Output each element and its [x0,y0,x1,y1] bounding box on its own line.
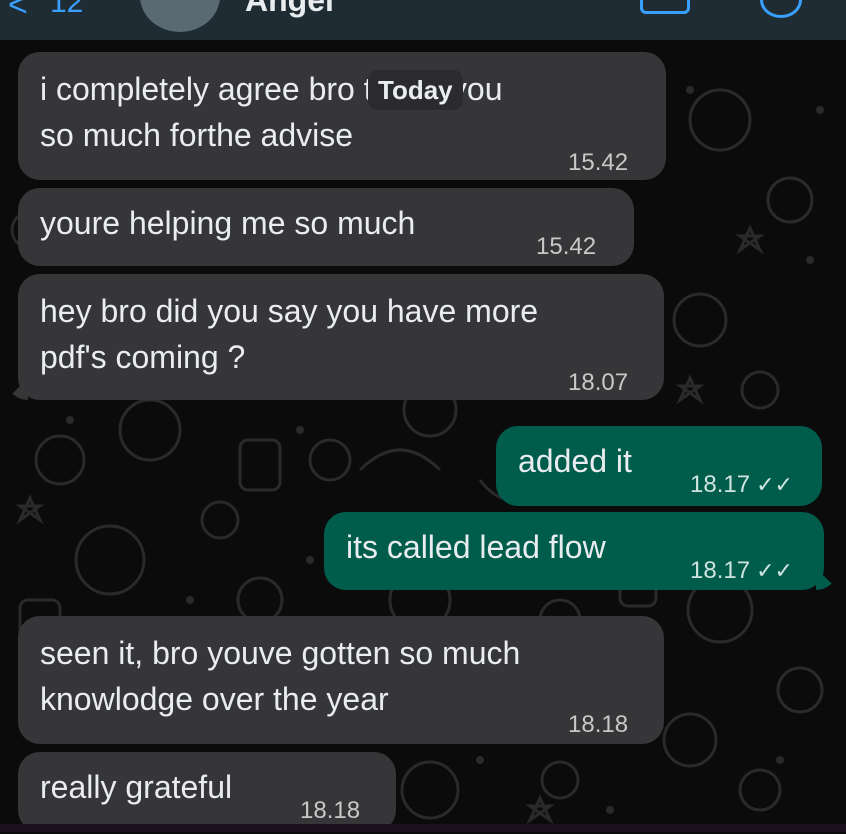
message-text: hey bro did you say you have more pdf's c… [40,293,539,375]
avatar[interactable] [140,0,220,32]
double-check-icon: ✓✓ [756,472,793,497]
message-time: 15.42 [568,149,629,176]
contact-name[interactable]: Angel [245,0,334,19]
date-chip: Today [368,70,463,110]
message-time: 18.18 [568,711,629,738]
message-text: seen it, bro youve gotten so much knowlod… [40,635,521,717]
message-text: added it [518,443,632,479]
message-text: really grateful [40,769,233,805]
unread-count[interactable]: 12 [50,0,83,20]
message-time: 18.07 [568,369,629,396]
message-bubble-incoming[interactable]: i completely agree bro thank you so much … [18,52,666,180]
message-bubble-outgoing[interactable]: its called lead flow 18.17 ✓✓ [324,512,824,590]
message-text: its called lead flow [346,529,606,565]
back-chevron-icon[interactable]: < [8,0,28,25]
message-time: 18.17 ✓✓ [690,462,793,508]
message-text: youre helping me so much [40,205,416,241]
chat-header: < 12 Angel [0,0,846,40]
double-check-icon: ✓✓ [756,558,793,583]
message-bubble-incoming[interactable]: hey bro did you say you have more pdf's c… [18,274,664,400]
video-call-icon[interactable] [640,0,690,14]
message-bubble-incoming[interactable]: youre helping me so much 15.42 [18,188,634,266]
voice-call-icon[interactable] [760,0,802,18]
message-time: 18.17 ✓✓ [690,548,793,594]
message-bubble-incoming[interactable]: really grateful 18.18 [18,752,396,832]
message-time: 15.42 [536,233,597,260]
message-bubble-outgoing[interactable]: added it 18.17 ✓✓ [496,426,822,506]
message-bubble-incoming[interactable]: seen it, bro youve gotten so much knowlod… [18,616,664,744]
bottom-edge [0,824,846,832]
